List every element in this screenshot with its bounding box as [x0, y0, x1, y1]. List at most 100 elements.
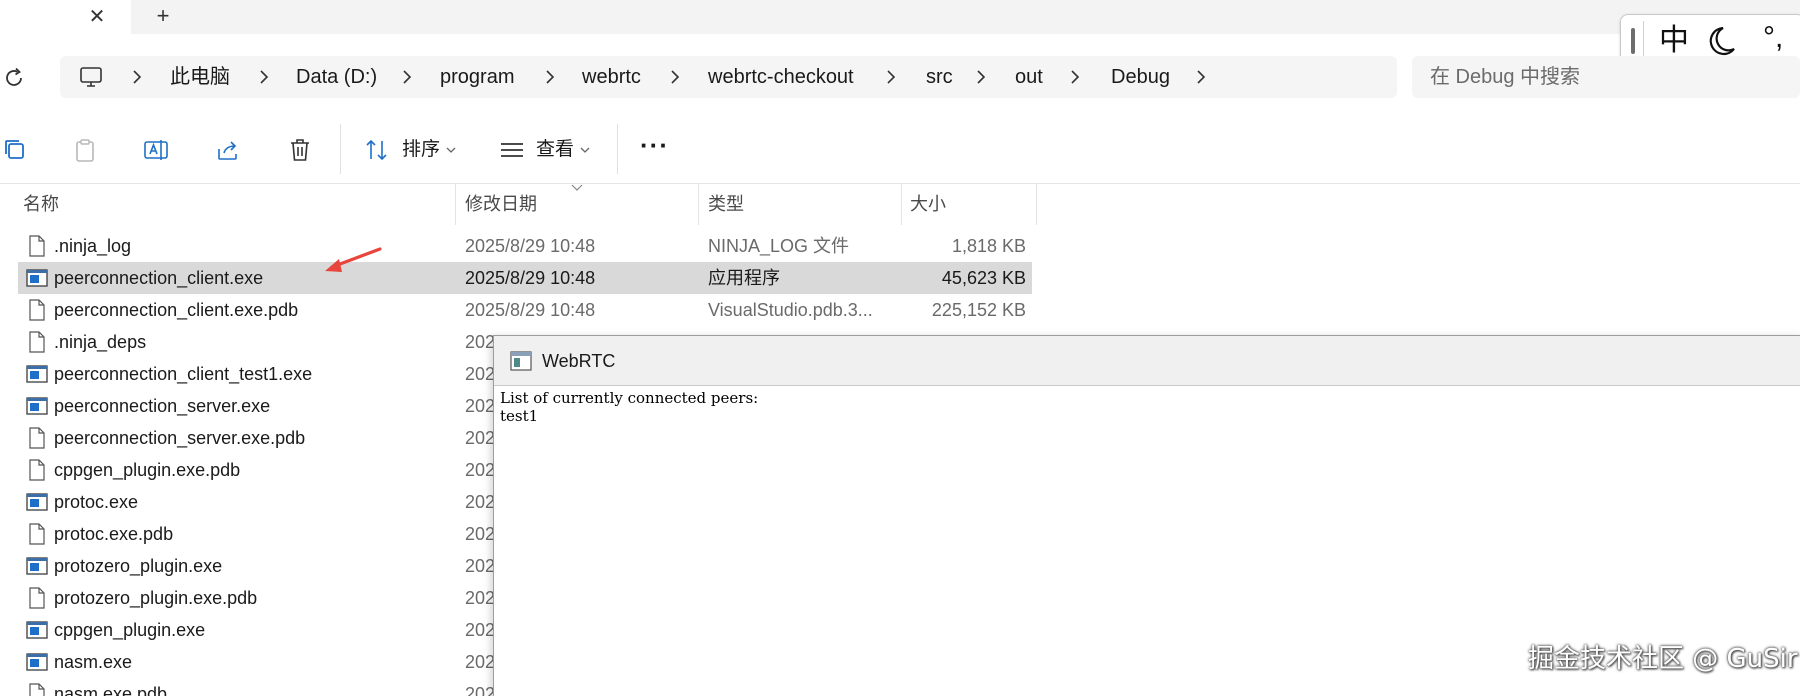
file-date: 2025/8/29 10:48 — [465, 236, 596, 256]
chevron-down-icon[interactable] — [580, 146, 590, 154]
column-divider[interactable] — [455, 183, 456, 225]
breadcrumb-item[interactable]: webrtc — [582, 65, 641, 89]
exe-icon — [26, 621, 48, 639]
file-icon — [29, 235, 45, 257]
file-size: 45,623 KB — [941, 268, 1026, 288]
file-size: 225,152 KB — [931, 300, 1026, 320]
file-icon — [29, 459, 45, 481]
tab-active[interactable]: ✕ — [0, 0, 131, 34]
peer-list-heading: List of currently connected peers: — [500, 389, 759, 407]
file-type: NINJA_LOG 文件 — [708, 236, 850, 256]
column-header-size[interactable]: 大小 — [910, 193, 946, 215]
sort-button[interactable]: 排序 — [402, 138, 440, 162]
column-divider[interactable] — [1036, 183, 1037, 225]
exe-icon — [26, 493, 48, 511]
column-divider[interactable] — [698, 183, 699, 225]
exe-icon — [26, 397, 48, 415]
file-date: 202 — [465, 652, 496, 672]
column-header-type[interactable]: 类型 — [708, 193, 744, 215]
chevron-right-icon[interactable] — [543, 66, 557, 88]
file-date: 202 — [465, 460, 496, 480]
breadcrumb-item[interactable]: src — [926, 65, 953, 89]
column-divider[interactable] — [901, 183, 902, 225]
file-date: 202 — [465, 524, 496, 544]
sort-icon[interactable] — [364, 137, 390, 163]
chevron-right-icon[interactable] — [400, 66, 414, 88]
file-date: 202 — [465, 556, 496, 576]
chevron-right-icon[interactable] — [1194, 66, 1208, 88]
app-window-icon — [510, 351, 532, 371]
file-size: 1,818 KB — [951, 236, 1026, 256]
ime-drag-handle[interactable] — [1631, 28, 1635, 54]
breadcrumb-item[interactable]: webrtc-checkout — [708, 65, 854, 89]
search-input[interactable]: 在 Debug 中搜索 — [1430, 65, 1580, 89]
refresh-icon[interactable] — [2, 66, 26, 90]
rename-icon[interactable] — [143, 137, 169, 163]
file-date: 202 — [465, 428, 496, 448]
tab-close-icon[interactable]: ✕ — [84, 4, 110, 30]
file-name: peerconnection_client_test1.exe — [54, 364, 313, 384]
exe-icon — [26, 557, 48, 575]
chevron-right-icon[interactable] — [668, 66, 682, 88]
exe-icon — [26, 269, 48, 287]
file-name: protoc.exe.pdb — [54, 524, 174, 544]
file-name: peerconnection_client.exe — [54, 268, 264, 288]
file-name: cppgen_plugin.exe — [54, 620, 206, 640]
window-titlebar[interactable]: WebRTC — [494, 336, 1800, 386]
file-icon — [29, 299, 45, 321]
file-name: protoc.exe — [54, 492, 139, 512]
tab-strip: ✕ + — [0, 0, 1800, 34]
file-row[interactable]: peerconnection_client.exe 2025/8/29 10:48… — [18, 262, 1032, 294]
chevron-right-icon[interactable] — [884, 66, 898, 88]
view-button[interactable]: 查看 — [536, 138, 574, 162]
chevron-right-icon[interactable] — [1068, 66, 1082, 88]
more-options-button[interactable]: ··· — [640, 132, 669, 158]
breadcrumb-item[interactable]: program — [440, 65, 514, 89]
paste-icon[interactable] — [72, 137, 98, 163]
file-icon — [29, 331, 45, 353]
file-type: VisualStudio.pdb.3... — [708, 300, 873, 320]
moon-icon[interactable] — [1706, 25, 1736, 57]
file-name: peerconnection_server.exe — [54, 396, 271, 416]
file-row[interactable]: peerconnection_client.exe.pdb 2025/8/29 1… — [18, 294, 1032, 326]
watermark: 掘金技术社区 @ GuSir — [1528, 644, 1798, 674]
breadcrumb-item[interactable]: 此电脑 — [170, 65, 230, 89]
this-pc-icon[interactable] — [79, 65, 103, 89]
delete-icon[interactable] — [287, 137, 313, 163]
ime-divider — [1643, 21, 1644, 61]
ime-punctuation-toggle[interactable]: °, — [1763, 23, 1783, 53]
file-type: 应用程序 — [708, 268, 780, 288]
file-date: 2025/8/29 10:48 — [465, 300, 596, 320]
chevron-right-icon[interactable] — [257, 66, 271, 88]
chevron-right-icon[interactable] — [130, 66, 144, 88]
peer-list-item[interactable]: test1 — [500, 407, 1800, 425]
window-title: WebRTC — [542, 351, 616, 371]
breadcrumb-item[interactable]: out — [1015, 65, 1043, 89]
file-name: cppgen_plugin.exe.pdb — [54, 460, 241, 480]
file-row[interactable]: .ninja_log 2025/8/29 10:48 NINJA_LOG 文件 1,8… — [18, 230, 1032, 262]
command-bar — [0, 108, 1800, 184]
file-date: 202 — [465, 364, 496, 384]
toolbar-divider — [617, 124, 618, 174]
share-icon[interactable] — [215, 137, 241, 163]
column-header-name[interactable]: 名称 — [23, 193, 59, 215]
copy-icon[interactable] — [2, 137, 28, 163]
breadcrumb-item[interactable]: Debug — [1111, 65, 1170, 89]
sort-caret-icon — [571, 184, 583, 191]
chevron-down-icon[interactable] — [446, 146, 456, 154]
file-date: 202 — [465, 588, 496, 608]
view-icon[interactable] — [499, 137, 525, 163]
file-date: 202 — [465, 492, 496, 512]
ime-mode-toggle[interactable]: 中 — [1659, 24, 1689, 58]
file-icon — [29, 683, 45, 696]
chevron-right-icon[interactable] — [974, 66, 988, 88]
breadcrumb-item[interactable]: Data (D:) — [296, 65, 377, 89]
toolbar-divider — [340, 124, 341, 174]
file-icon — [29, 587, 45, 609]
file-date: 202 — [465, 396, 496, 416]
webrtc-window[interactable]: WebRTC List of currently connected peers… — [493, 335, 1800, 696]
file-name: peerconnection_server.exe.pdb — [54, 428, 306, 448]
new-tab-button[interactable]: + — [150, 4, 176, 30]
file-name: .ninja_deps — [54, 332, 147, 352]
column-header-date[interactable]: 修改日期 — [465, 193, 537, 215]
